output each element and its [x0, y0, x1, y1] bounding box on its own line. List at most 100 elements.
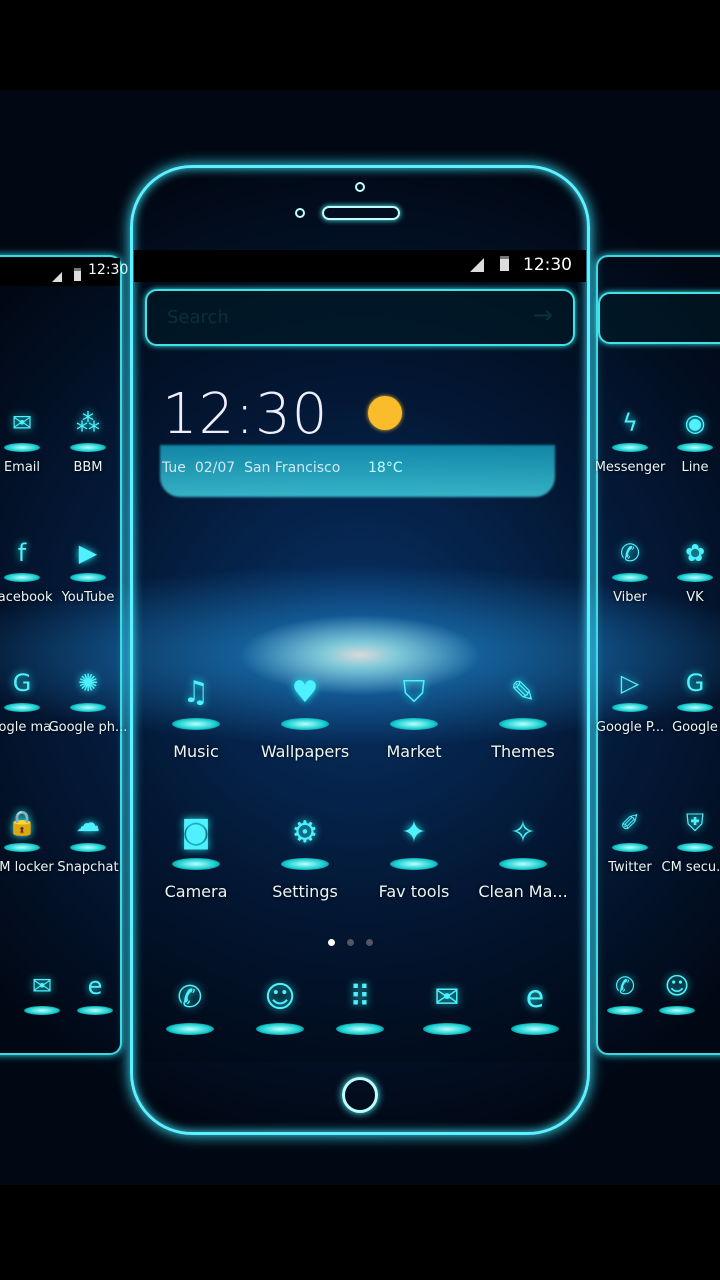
hologram-base — [166, 1023, 214, 1035]
clean-ma--icon: ✧ — [510, 815, 536, 850]
app-fav-tools[interactable]: ✦ Fav tools — [359, 810, 469, 901]
app-label: Google — [672, 720, 718, 735]
battery-icon — [74, 268, 81, 281]
phone-icon: ✆ — [177, 980, 203, 1015]
app-label: Fav tools — [378, 882, 450, 901]
app-themes[interactable]: ✎ Themes — [468, 670, 578, 761]
hologram-base — [70, 573, 106, 582]
app-label: Snapchat — [57, 860, 119, 875]
app-music[interactable]: ♫ Music — [141, 670, 251, 761]
bottom-bar — [0, 1185, 720, 1280]
right-search-bar — [598, 292, 720, 344]
hologram-base — [390, 858, 438, 870]
app-label: CM secu... — [661, 860, 720, 875]
widget-clock[interactable]: 12:30 — [162, 382, 328, 447]
app-label: BBM — [73, 460, 103, 475]
page-dot-3[interactable] — [366, 939, 373, 946]
browser-icon: e — [525, 980, 545, 1015]
hologram-base — [390, 718, 438, 730]
hologram-base — [659, 1006, 695, 1015]
hologram-base — [70, 843, 106, 852]
sensor — [295, 208, 305, 218]
right-1-icon: ☺ — [664, 972, 690, 1000]
left-5-icon: ✺ — [77, 669, 99, 697]
hologram-base — [256, 1023, 304, 1035]
app-left-5[interactable]: ✺ Google ph... — [33, 665, 143, 735]
left-3-icon: ▶ — [78, 539, 98, 567]
app-right-5[interactable]: G Google — [640, 665, 720, 735]
app-settings[interactable]: ⚙ Settings — [250, 810, 360, 901]
hologram-base — [677, 573, 713, 582]
search-bar[interactable]: Search → — [145, 289, 575, 346]
right-1-icon: ◉ — [684, 409, 706, 437]
app-label: Line — [681, 460, 709, 475]
app-label: Wallpapers — [260, 742, 350, 761]
home-button[interactable] — [342, 1077, 378, 1113]
left-1-icon: ⁂ — [76, 409, 100, 437]
settings-icon: ⚙ — [291, 815, 319, 850]
sun-icon — [368, 396, 402, 430]
wallpapers-icon: ♥ — [291, 675, 319, 710]
app-camera[interactable]: ◙ Camera — [141, 810, 251, 901]
status-time: 12:30 — [523, 255, 572, 275]
app-label: Market — [386, 742, 442, 761]
widget-day: Tue — [162, 460, 186, 476]
dock-right-1[interactable]: ☺ — [622, 968, 720, 1015]
fav-tools-icon: ✦ — [401, 815, 427, 850]
front-camera — [355, 182, 365, 192]
battery-icon — [500, 256, 509, 271]
dock-browser[interactable]: e — [480, 975, 590, 1035]
widget-date-value: 02/07 — [194, 460, 236, 476]
app-drawer-icon: ⠿ — [349, 980, 371, 1015]
status-bar — [134, 250, 586, 282]
left-1-icon: e — [87, 972, 103, 1000]
hologram-base — [172, 718, 220, 730]
messages-icon: ✉ — [434, 980, 460, 1015]
hologram-base — [70, 443, 106, 452]
app-right-7[interactable]: ⛨ CM secu... — [640, 805, 720, 875]
app-left-1[interactable]: ⁂ BBM — [33, 405, 143, 475]
music-icon: ♫ — [182, 675, 210, 710]
hologram-base — [499, 718, 547, 730]
page-dot-2[interactable] — [347, 939, 354, 946]
widget-temperature: 18°C — [368, 460, 403, 476]
app-label: Settings — [272, 882, 338, 901]
app-clean-ma-[interactable]: ✧ Clean Ma... — [468, 810, 578, 901]
app-left-7[interactable]: ☁ Snapchat — [33, 805, 143, 875]
hologram-base — [172, 858, 220, 870]
app-label: Google ph... — [48, 720, 128, 735]
hologram-base — [677, 703, 713, 712]
left-status-time: 12:30 — [88, 262, 129, 278]
hologram-base — [499, 858, 547, 870]
app-label: Themes — [491, 742, 555, 761]
app-right-3[interactable]: ✿ VK — [640, 535, 720, 605]
hologram-base — [281, 858, 329, 870]
app-market[interactable]: ⛉ Market — [359, 670, 469, 761]
app-left-3[interactable]: ▶ YouTube — [33, 535, 143, 605]
arrow-right-icon[interactable]: → — [533, 301, 553, 329]
app-label: YouTube — [61, 590, 115, 605]
camera-icon: ◙ — [181, 815, 211, 850]
themes-icon: ✎ — [510, 675, 536, 710]
contacts-icon: ☺ — [264, 980, 296, 1015]
widget-city: San Francisco — [244, 460, 341, 476]
hologram-base — [677, 843, 713, 852]
hologram-base — [70, 703, 106, 712]
app-right-1[interactable]: ◉ Line — [640, 405, 720, 475]
hologram-base — [281, 718, 329, 730]
app-label: Camera — [164, 882, 228, 901]
right-3-icon: ✿ — [684, 539, 706, 567]
app-wallpapers[interactable]: ♥ Wallpapers — [250, 670, 360, 761]
left-7-icon: ☁ — [76, 809, 100, 837]
widget-date: Tue 02/07 San Francisco — [162, 460, 340, 476]
app-label: Music — [173, 742, 219, 761]
right-7-icon: ⛨ — [686, 809, 704, 837]
signal-icon — [470, 258, 484, 272]
left-preview-screen — [0, 255, 122, 1055]
hologram-base — [423, 1023, 471, 1035]
hologram-base — [336, 1023, 384, 1035]
right-5-icon: G — [685, 669, 705, 697]
app-label: VK — [686, 590, 704, 605]
page-dot-1[interactable] — [328, 939, 335, 946]
signal-icon — [52, 272, 62, 282]
